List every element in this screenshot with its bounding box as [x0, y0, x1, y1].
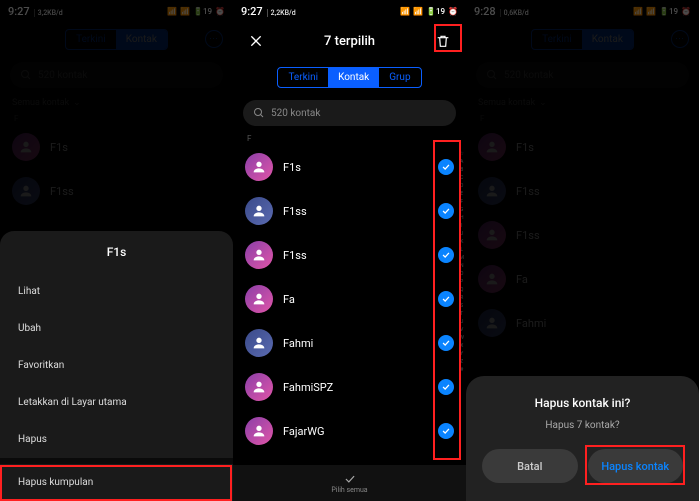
- trash-icon[interactable]: [432, 30, 454, 52]
- list-item[interactable]: Fa: [233, 277, 466, 321]
- checkbox-checked[interactable]: [438, 423, 454, 439]
- avatar: [245, 417, 273, 445]
- contact-name: Fa: [283, 293, 438, 306]
- contact-name: FahmiSPZ: [283, 381, 438, 394]
- list-item[interactable]: FahmiSPZ: [233, 365, 466, 409]
- confirm-dialog: Hapus kontak ini? Hapus 7 kontak? Batal …: [466, 376, 699, 501]
- contact-name: F1ss: [283, 249, 438, 262]
- close-icon[interactable]: [245, 30, 267, 52]
- dialog-message: Hapus 7 kontak?: [482, 420, 683, 431]
- avatar: [245, 373, 273, 401]
- contact-name: FajarWG: [283, 425, 438, 438]
- selection-header: 7 terpilih: [233, 22, 466, 60]
- avatar: [245, 197, 273, 225]
- selection-count: 7 terpilih: [267, 34, 432, 49]
- ctx-edit[interactable]: Ubah: [0, 310, 233, 347]
- select-all-button[interactable]: Pilih semua: [233, 465, 466, 501]
- tabs-row: Terkini Kontak Grup: [233, 60, 466, 94]
- contact-name: F1s: [283, 161, 438, 174]
- confirm-delete-button[interactable]: Hapus kontak: [588, 449, 684, 483]
- screen-context-menu: 9:273,2KB/d 📶📶🔋19⏰ Terkini Kontak Grup ⋯…: [0, 0, 233, 501]
- list-item[interactable]: Fahmi: [233, 321, 466, 365]
- context-menu-title: F1s: [0, 245, 233, 259]
- contact-list: F1s F1ss F1ss Fa Fahmi FahmiSPZ FajarWG: [233, 145, 466, 453]
- tab-contacts[interactable]: Kontak: [328, 68, 379, 87]
- checkbox-checked[interactable]: [438, 291, 454, 307]
- avatar: [245, 329, 273, 357]
- contact-name: F1ss: [283, 205, 438, 218]
- checkbox-checked[interactable]: [438, 335, 454, 351]
- avatar: [245, 153, 273, 181]
- dialog-title: Hapus kontak ini?: [482, 396, 683, 410]
- search-input[interactable]: 520 kontak: [243, 100, 456, 126]
- checkbox-checked[interactable]: [438, 379, 454, 395]
- tab-group[interactable]: Grup: [379, 68, 420, 87]
- contact-name: Fahmi: [283, 337, 438, 350]
- avatar: [245, 241, 273, 269]
- screen-confirm-dialog: 9:280,6KB/d 📶📶🔋19⏰ Terkini Kontak Grup ⋯…: [466, 0, 699, 501]
- list-item[interactable]: F1s: [233, 145, 466, 189]
- list-item[interactable]: FajarWG: [233, 409, 466, 453]
- ctx-fav[interactable]: Favoritkan: [0, 347, 233, 384]
- context-menu: F1s Lihat Ubah Favoritkan Letakkan di La…: [0, 231, 233, 501]
- ctx-home[interactable]: Letakkan di Layar utama: [0, 384, 233, 421]
- alpha-index[interactable]: ☆ A B C D E F G H I J K L M N O P Q R S …: [460, 150, 464, 374]
- checkbox-checked[interactable]: [438, 203, 454, 219]
- checkbox-checked[interactable]: [438, 247, 454, 263]
- checkbox-checked[interactable]: [438, 159, 454, 175]
- tab-recent[interactable]: Terkini: [278, 68, 328, 87]
- cancel-button[interactable]: Batal: [482, 449, 578, 483]
- list-item[interactable]: F1ss: [233, 189, 466, 233]
- status-bar: 9:272,2KB/d 📶📶🔋19⏰: [233, 0, 466, 22]
- screen-multiselect: 9:272,2KB/d 📶📶🔋19⏰ 7 terpilih Terkini Ko…: [233, 0, 466, 501]
- ctx-view[interactable]: Lihat: [0, 273, 233, 310]
- list-item[interactable]: F1ss: [233, 233, 466, 277]
- ctx-batch-delete[interactable]: Hapus kumpulan: [0, 464, 233, 501]
- ctx-delete[interactable]: Hapus: [0, 421, 233, 458]
- avatar: [245, 285, 273, 313]
- section-header: F: [233, 132, 466, 145]
